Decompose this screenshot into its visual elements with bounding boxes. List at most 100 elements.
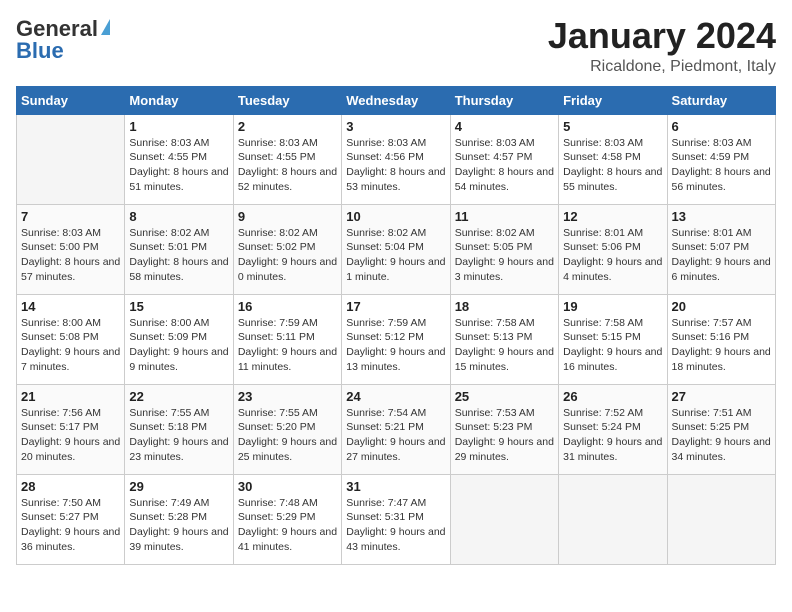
day-info: Sunrise: 8:00 AMSunset: 5:09 PMDaylight:… bbox=[129, 316, 228, 375]
day-info: Sunrise: 7:56 AMSunset: 5:17 PMDaylight:… bbox=[21, 406, 120, 465]
day-info: Sunrise: 7:54 AMSunset: 5:21 PMDaylight:… bbox=[346, 406, 445, 465]
calendar-cell: 5 Sunrise: 8:03 AMSunset: 4:58 PMDayligh… bbox=[559, 114, 667, 204]
calendar-cell: 19 Sunrise: 7:58 AMSunset: 5:15 PMDaylig… bbox=[559, 294, 667, 384]
day-number: 5 bbox=[563, 119, 662, 134]
calendar-cell: 13 Sunrise: 8:01 AMSunset: 5:07 PMDaylig… bbox=[667, 204, 775, 294]
day-number: 6 bbox=[672, 119, 771, 134]
day-number: 9 bbox=[238, 209, 337, 224]
day-number: 17 bbox=[346, 299, 445, 314]
calendar-cell: 22 Sunrise: 7:55 AMSunset: 5:18 PMDaylig… bbox=[125, 384, 233, 474]
calendar-cell: 25 Sunrise: 7:53 AMSunset: 5:23 PMDaylig… bbox=[450, 384, 558, 474]
day-info: Sunrise: 8:03 AMSunset: 4:58 PMDaylight:… bbox=[563, 136, 662, 195]
calendar-cell bbox=[667, 474, 775, 564]
calendar-cell: 4 Sunrise: 8:03 AMSunset: 4:57 PMDayligh… bbox=[450, 114, 558, 204]
header-friday: Friday bbox=[559, 86, 667, 114]
day-number: 16 bbox=[238, 299, 337, 314]
calendar-week-3: 14 Sunrise: 8:00 AMSunset: 5:08 PMDaylig… bbox=[17, 294, 776, 384]
calendar-cell bbox=[559, 474, 667, 564]
day-number: 30 bbox=[238, 479, 337, 494]
calendar-cell: 28 Sunrise: 7:50 AMSunset: 5:27 PMDaylig… bbox=[17, 474, 125, 564]
day-info: Sunrise: 8:03 AMSunset: 4:57 PMDaylight:… bbox=[455, 136, 554, 195]
calendar-cell: 10 Sunrise: 8:02 AMSunset: 5:04 PMDaylig… bbox=[342, 204, 450, 294]
day-number: 27 bbox=[672, 389, 771, 404]
calendar-cell bbox=[450, 474, 558, 564]
calendar-cell: 15 Sunrise: 8:00 AMSunset: 5:09 PMDaylig… bbox=[125, 294, 233, 384]
calendar-cell: 9 Sunrise: 8:02 AMSunset: 5:02 PMDayligh… bbox=[233, 204, 341, 294]
day-number: 10 bbox=[346, 209, 445, 224]
day-info: Sunrise: 8:01 AMSunset: 5:06 PMDaylight:… bbox=[563, 226, 662, 285]
header-wednesday: Wednesday bbox=[342, 86, 450, 114]
day-number: 2 bbox=[238, 119, 337, 134]
calendar-week-4: 21 Sunrise: 7:56 AMSunset: 5:17 PMDaylig… bbox=[17, 384, 776, 474]
day-number: 24 bbox=[346, 389, 445, 404]
calendar-cell: 17 Sunrise: 7:59 AMSunset: 5:12 PMDaylig… bbox=[342, 294, 450, 384]
calendar-week-1: 1 Sunrise: 8:03 AMSunset: 4:55 PMDayligh… bbox=[17, 114, 776, 204]
day-info: Sunrise: 7:55 AMSunset: 5:18 PMDaylight:… bbox=[129, 406, 228, 465]
header-tuesday: Tuesday bbox=[233, 86, 341, 114]
calendar-cell: 24 Sunrise: 7:54 AMSunset: 5:21 PMDaylig… bbox=[342, 384, 450, 474]
day-number: 14 bbox=[21, 299, 120, 314]
day-info: Sunrise: 7:53 AMSunset: 5:23 PMDaylight:… bbox=[455, 406, 554, 465]
month-title: January 2024 bbox=[548, 16, 776, 56]
day-number: 8 bbox=[129, 209, 228, 224]
calendar-cell: 7 Sunrise: 8:03 AMSunset: 5:00 PMDayligh… bbox=[17, 204, 125, 294]
day-number: 26 bbox=[563, 389, 662, 404]
day-number: 29 bbox=[129, 479, 228, 494]
day-info: Sunrise: 8:03 AMSunset: 4:56 PMDaylight:… bbox=[346, 136, 445, 195]
day-number: 28 bbox=[21, 479, 120, 494]
day-info: Sunrise: 8:02 AMSunset: 5:04 PMDaylight:… bbox=[346, 226, 445, 285]
day-info: Sunrise: 8:03 AMSunset: 4:55 PMDaylight:… bbox=[129, 136, 228, 195]
header-saturday: Saturday bbox=[667, 86, 775, 114]
day-number: 12 bbox=[563, 209, 662, 224]
header-sunday: Sunday bbox=[17, 86, 125, 114]
day-info: Sunrise: 7:59 AMSunset: 5:12 PMDaylight:… bbox=[346, 316, 445, 375]
day-number: 31 bbox=[346, 479, 445, 494]
header-monday: Monday bbox=[125, 86, 233, 114]
day-info: Sunrise: 8:03 AMSunset: 5:00 PMDaylight:… bbox=[21, 226, 120, 285]
logo-icon bbox=[101, 19, 110, 35]
page-header: General Blue January 2024 Ricaldone, Pie… bbox=[16, 16, 776, 76]
day-number: 21 bbox=[21, 389, 120, 404]
day-number: 19 bbox=[563, 299, 662, 314]
day-info: Sunrise: 7:50 AMSunset: 5:27 PMDaylight:… bbox=[21, 496, 120, 555]
header-thursday: Thursday bbox=[450, 86, 558, 114]
day-info: Sunrise: 7:59 AMSunset: 5:11 PMDaylight:… bbox=[238, 316, 337, 375]
calendar-cell: 2 Sunrise: 8:03 AMSunset: 4:55 PMDayligh… bbox=[233, 114, 341, 204]
day-number: 23 bbox=[238, 389, 337, 404]
calendar-cell: 12 Sunrise: 8:01 AMSunset: 5:06 PMDaylig… bbox=[559, 204, 667, 294]
day-number: 7 bbox=[21, 209, 120, 224]
day-info: Sunrise: 7:51 AMSunset: 5:25 PMDaylight:… bbox=[672, 406, 771, 465]
calendar-week-2: 7 Sunrise: 8:03 AMSunset: 5:00 PMDayligh… bbox=[17, 204, 776, 294]
calendar-week-5: 28 Sunrise: 7:50 AMSunset: 5:27 PMDaylig… bbox=[17, 474, 776, 564]
calendar-cell: 27 Sunrise: 7:51 AMSunset: 5:25 PMDaylig… bbox=[667, 384, 775, 474]
calendar-cell: 16 Sunrise: 7:59 AMSunset: 5:11 PMDaylig… bbox=[233, 294, 341, 384]
calendar-cell: 1 Sunrise: 8:03 AMSunset: 4:55 PMDayligh… bbox=[125, 114, 233, 204]
calendar-cell: 31 Sunrise: 7:47 AMSunset: 5:31 PMDaylig… bbox=[342, 474, 450, 564]
day-number: 1 bbox=[129, 119, 228, 134]
day-info: Sunrise: 8:01 AMSunset: 5:07 PMDaylight:… bbox=[672, 226, 771, 285]
logo-blue: Blue bbox=[16, 38, 64, 64]
logo: General Blue bbox=[16, 16, 110, 64]
day-number: 11 bbox=[455, 209, 554, 224]
day-info: Sunrise: 8:03 AMSunset: 4:55 PMDaylight:… bbox=[238, 136, 337, 195]
day-info: Sunrise: 7:57 AMSunset: 5:16 PMDaylight:… bbox=[672, 316, 771, 375]
calendar-cell: 11 Sunrise: 8:02 AMSunset: 5:05 PMDaylig… bbox=[450, 204, 558, 294]
calendar-cell: 20 Sunrise: 7:57 AMSunset: 5:16 PMDaylig… bbox=[667, 294, 775, 384]
day-number: 4 bbox=[455, 119, 554, 134]
calendar-cell: 3 Sunrise: 8:03 AMSunset: 4:56 PMDayligh… bbox=[342, 114, 450, 204]
day-number: 25 bbox=[455, 389, 554, 404]
weekday-header-row: Sunday Monday Tuesday Wednesday Thursday… bbox=[17, 86, 776, 114]
day-info: Sunrise: 7:58 AMSunset: 5:13 PMDaylight:… bbox=[455, 316, 554, 375]
day-number: 18 bbox=[455, 299, 554, 314]
day-number: 20 bbox=[672, 299, 771, 314]
day-info: Sunrise: 8:02 AMSunset: 5:02 PMDaylight:… bbox=[238, 226, 337, 285]
calendar-cell: 8 Sunrise: 8:02 AMSunset: 5:01 PMDayligh… bbox=[125, 204, 233, 294]
day-info: Sunrise: 7:48 AMSunset: 5:29 PMDaylight:… bbox=[238, 496, 337, 555]
title-area: January 2024 Ricaldone, Piedmont, Italy bbox=[548, 16, 776, 76]
day-info: Sunrise: 8:02 AMSunset: 5:05 PMDaylight:… bbox=[455, 226, 554, 285]
day-number: 13 bbox=[672, 209, 771, 224]
day-info: Sunrise: 8:02 AMSunset: 5:01 PMDaylight:… bbox=[129, 226, 228, 285]
calendar-cell: 14 Sunrise: 8:00 AMSunset: 5:08 PMDaylig… bbox=[17, 294, 125, 384]
location-title: Ricaldone, Piedmont, Italy bbox=[548, 58, 776, 76]
calendar-table: Sunday Monday Tuesday Wednesday Thursday… bbox=[16, 86, 776, 565]
